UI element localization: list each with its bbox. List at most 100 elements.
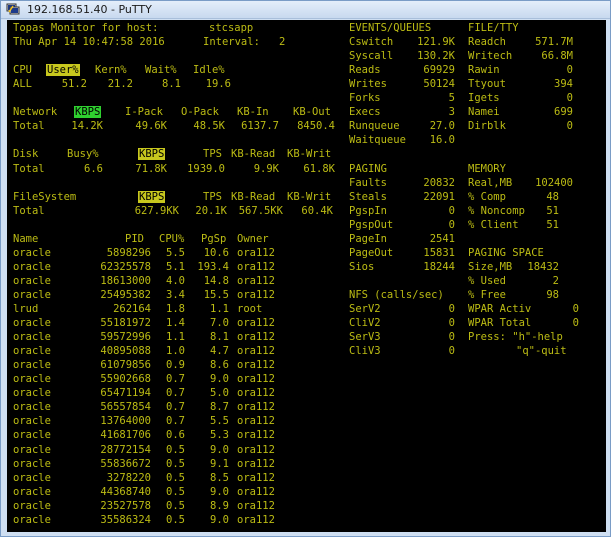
nfs-value: 0 xyxy=(448,331,455,344)
cpu-value: 19.6 xyxy=(205,78,231,91)
process-owner: ora112 xyxy=(237,246,275,259)
process-name: oracle xyxy=(13,429,51,442)
process-cpu: 0.9 xyxy=(166,359,185,372)
events-value: 121.9K xyxy=(417,36,455,49)
filetty-value: 66.8M xyxy=(541,50,573,63)
process-pid: 41681706 xyxy=(100,429,151,442)
filesystem-value: 60.4K xyxy=(301,204,333,217)
process-cpu: 0.5 xyxy=(166,513,185,526)
network-header: I-Pack xyxy=(125,106,163,119)
process-owner: ora112 xyxy=(237,387,275,400)
date-time: Thu Apr 14 10:47:58 2016 xyxy=(13,36,165,49)
process-name: oracle xyxy=(13,345,51,358)
putty-window: 192.168.51.40 - PuTTY Topas Monitor for … xyxy=(0,0,611,537)
process-name: oracle xyxy=(13,471,51,484)
process-cpu: 0.5 xyxy=(166,485,185,498)
process-cpu: 1.0 xyxy=(166,345,185,358)
disk-header: KB-Read xyxy=(231,148,276,161)
process-cpu: 0.5 xyxy=(166,457,185,470)
cpu-label: CPU xyxy=(13,64,32,77)
network-value: 8450.4 xyxy=(297,120,335,133)
process-cpu: 0.7 xyxy=(166,415,185,428)
interval-label: Interval: xyxy=(203,36,260,49)
process-header: PID xyxy=(125,232,144,245)
process-pgsp: 8.7 xyxy=(210,401,229,414)
memory-value: 51 xyxy=(546,218,559,231)
paging-label: PageIn xyxy=(349,232,387,245)
paging-value: 20832 xyxy=(423,176,455,189)
filetty-label: Rawin xyxy=(468,64,500,77)
events-label: Writes xyxy=(349,78,387,91)
events-value: 50124 xyxy=(423,78,455,91)
process-cpu: 1.8 xyxy=(166,303,185,315)
disk-value: 1939.0 xyxy=(187,162,225,175)
filetty-value: 699 xyxy=(554,106,573,119)
process-pid: 13764000 xyxy=(100,415,151,428)
nfs-value: 0 xyxy=(448,345,455,358)
process-header: Name xyxy=(13,232,39,245)
process-pid: 56557854 xyxy=(100,401,151,414)
cpu-header: Idle% xyxy=(193,64,225,77)
paging-label: Steals xyxy=(349,190,387,203)
process-pid: 65471194 xyxy=(100,387,151,400)
filesystem-value: 567.5KK xyxy=(238,204,283,217)
nfs-label: SerV2 xyxy=(349,303,381,315)
wpar-label: WPAR Total xyxy=(468,317,532,330)
process-pid: 5898296 xyxy=(106,246,151,259)
memory-label: % Comp xyxy=(468,190,506,203)
process-pid: 35586324 xyxy=(100,513,151,526)
process-owner: ora112 xyxy=(237,401,275,414)
process-header: PgSp xyxy=(201,232,227,245)
paging-value: 22091 xyxy=(423,190,455,203)
process-owner: ora112 xyxy=(237,457,275,470)
paging-value: 0 xyxy=(448,204,455,217)
paging-space-label: % Free xyxy=(468,288,506,301)
process-name: oracle xyxy=(13,415,51,428)
host-name: stcsapp xyxy=(209,22,254,34)
process-pid: 3278220 xyxy=(106,471,151,484)
terminal-screen[interactable]: Topas Monitor for host: stcsapp Thu Apr 14… xyxy=(7,20,606,532)
process-owner: ora112 xyxy=(237,331,275,344)
memory-value: 48 xyxy=(546,190,559,203)
filetty-value: 0 xyxy=(566,64,573,77)
process-pgsp: 7.0 xyxy=(210,317,229,330)
network-header: O-Pack xyxy=(181,106,219,119)
process-owner: root xyxy=(237,303,263,315)
process-owner: ora112 xyxy=(237,499,275,512)
process-owner: ora112 xyxy=(237,317,275,330)
filetty-value: 0 xyxy=(566,92,573,105)
process-owner: ora112 xyxy=(237,485,275,498)
process-pgsp: 5.0 xyxy=(210,387,229,400)
paging-space-label: Size,MB xyxy=(468,260,513,273)
process-cpu: 5.5 xyxy=(166,246,185,259)
process-name: oracle xyxy=(13,359,51,372)
disk-header: KBPS xyxy=(139,148,165,161)
paging-value: 15831 xyxy=(423,246,455,259)
nfs-label: CliV3 xyxy=(349,345,381,358)
events-value: 69929 xyxy=(423,64,455,77)
paging-label: PgspOut xyxy=(349,218,394,231)
process-owner: ora112 xyxy=(237,429,275,442)
process-pid: 40895088 xyxy=(100,345,151,358)
disk-value: 71.8K xyxy=(135,162,167,175)
process-cpu: 3.4 xyxy=(166,288,185,301)
title-bar[interactable]: 192.168.51.40 - PuTTY xyxy=(1,1,610,19)
process-pgsp: 9.0 xyxy=(210,373,229,386)
window-title: 192.168.51.40 - PuTTY xyxy=(27,3,152,16)
process-pgsp: 5.3 xyxy=(210,429,229,442)
paging-space-label: % Used xyxy=(468,274,506,287)
paging-value: 18244 xyxy=(423,260,455,273)
paging-label: Sios xyxy=(349,260,375,273)
process-pgsp: 9.0 xyxy=(210,513,229,526)
filesystem-header: KB-Read xyxy=(231,190,276,203)
process-owner: ora112 xyxy=(237,443,275,456)
process-pid: 28772154 xyxy=(100,443,151,456)
process-name: lrud xyxy=(13,303,39,315)
process-pgsp: 8.6 xyxy=(210,359,229,372)
disk-value: 6.6 xyxy=(84,162,103,175)
process-cpu: 0.7 xyxy=(166,401,185,414)
network-header: KBPS xyxy=(75,106,101,119)
process-pid: 44368740 xyxy=(100,485,151,498)
events-label: Runqueue xyxy=(349,120,400,133)
memory-label: Real,MB xyxy=(468,176,513,189)
